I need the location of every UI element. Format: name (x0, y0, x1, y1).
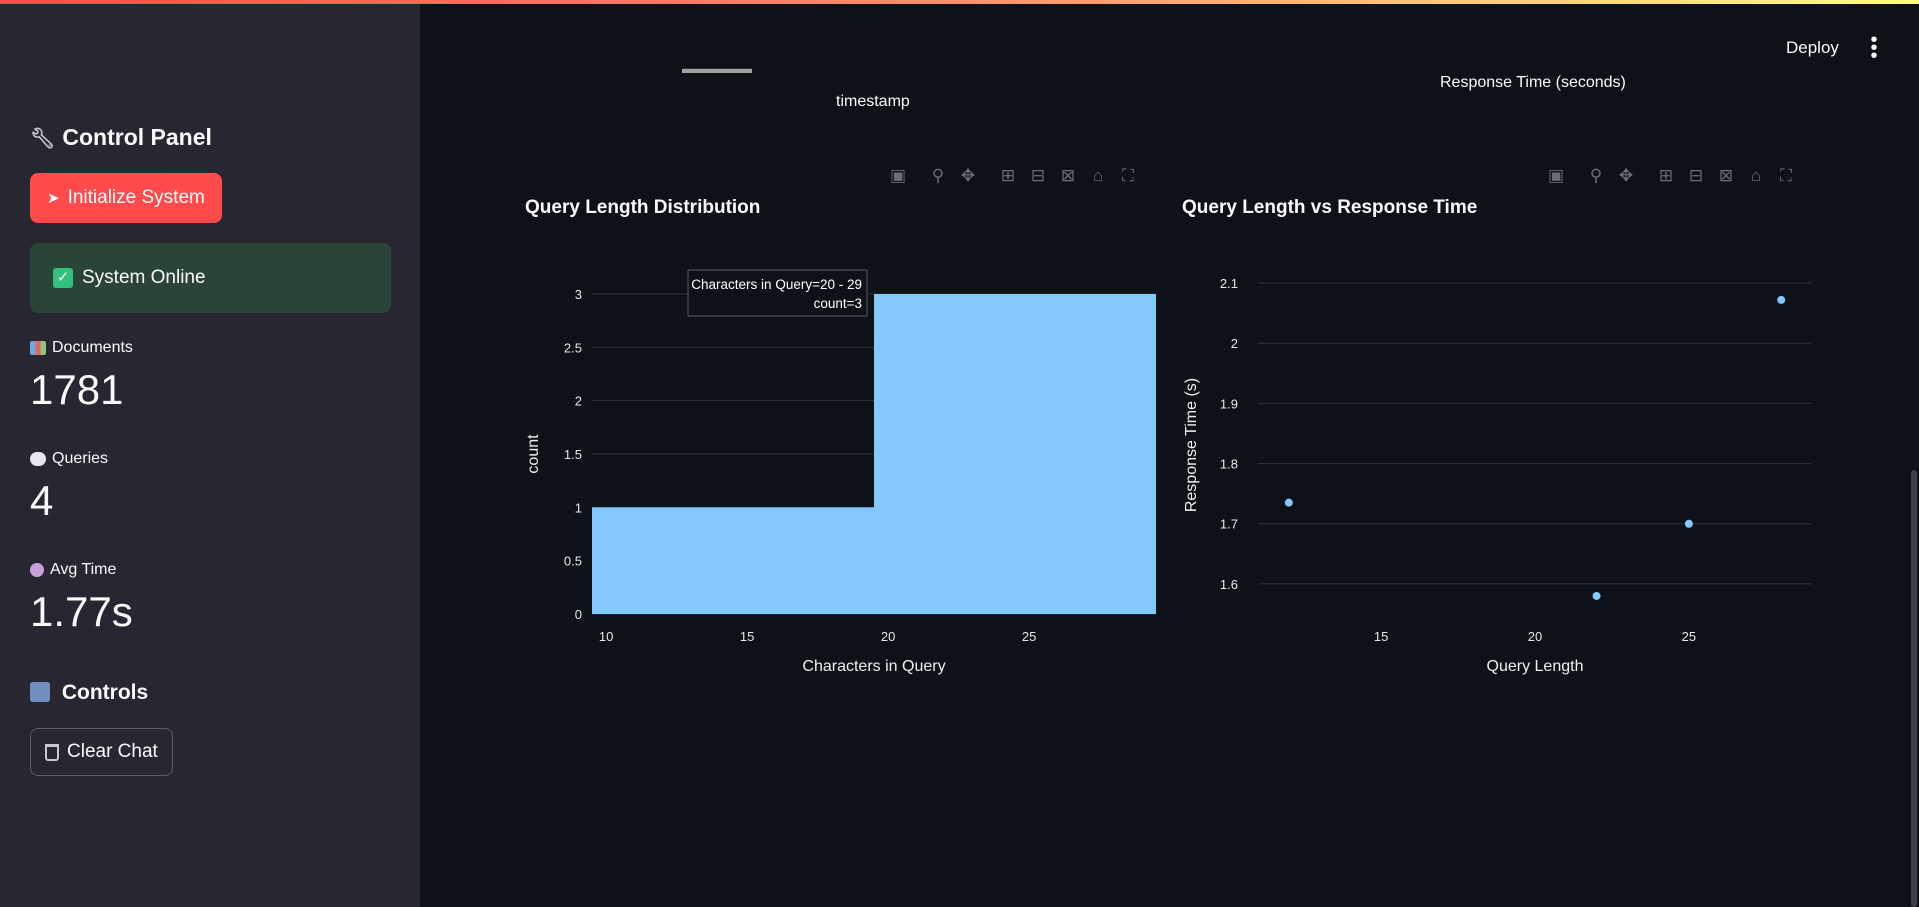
histogram-y-tick: 0.5 (564, 554, 582, 569)
scatter-y-tick: 1.8 (1220, 457, 1238, 472)
scatter-point (1684, 519, 1693, 528)
histogram-x-tick: 25 (1022, 629, 1036, 644)
histogram-y-axis-title: count (525, 434, 542, 474)
histogram-y-tick: 2.5 (564, 340, 582, 355)
scatter-x-tick: 15 (1374, 629, 1388, 644)
histogram-bar (592, 507, 874, 614)
histogram-tooltip-line1: Characters in Query=20 - 29 (691, 277, 862, 292)
histogram-x-axis-title: Characters in Query (802, 658, 945, 675)
scatter-point (1777, 295, 1786, 304)
histogram-y-tick: 1.5 (564, 447, 582, 462)
histogram-x-tick: 10 (599, 629, 613, 644)
histogram-y-tick: 3 (575, 287, 582, 302)
scatter-y-tick: 1.7 (1220, 517, 1238, 532)
histogram-x-tick: 20 (881, 629, 895, 644)
scatter-x-tick: 20 (1528, 629, 1542, 644)
scatter-x-tick: 25 (1682, 629, 1696, 644)
scatter-y-tick: 1.6 (1220, 577, 1238, 592)
scatter-y-tick: 2.1 (1220, 276, 1238, 291)
histogram-y-tick: 2 (575, 394, 582, 409)
scatter-x-axis-title: Query Length (1487, 658, 1584, 675)
histogram-y-tick: 0 (575, 607, 582, 622)
main-scrollbar[interactable] (1911, 470, 1917, 907)
scatter-y-tick: 2 (1231, 336, 1238, 351)
scatter-point (1284, 498, 1293, 507)
charts-canvas: 0 0.5 1 1.5 2 2.5 3 10 15 20 25 Characters in Query… (525, 269, 1812, 675)
histogram-y-tick: 1 (575, 500, 582, 515)
scatter-y-axis-title: Response Time (s) (1183, 378, 1200, 512)
histogram-tooltip-line2: count=3 (814, 296, 862, 311)
histogram-x-tick: 15 (740, 629, 754, 644)
scatter-y-tick: 1.9 (1220, 396, 1238, 411)
top-accent-bar (0, 0, 1919, 4)
histogram-bar (874, 294, 1156, 614)
scatter-point (1592, 591, 1601, 600)
